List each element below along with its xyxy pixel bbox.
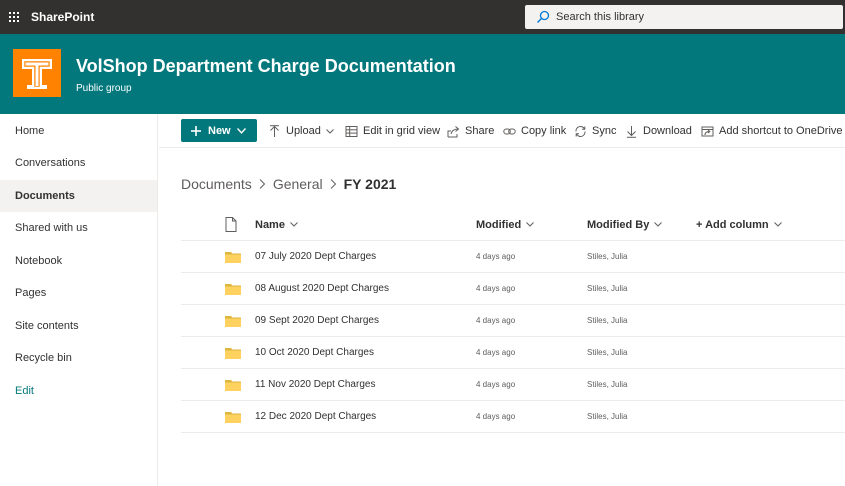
modified-cell: 4 days ago [476, 252, 516, 261]
folder-name-link[interactable]: 09 Sept 2020 Dept Charges [255, 305, 379, 336]
list-row[interactable]: 09 Sept 2020 Dept Charges 4 days ago Sti… [181, 305, 845, 337]
search-box[interactable]: Search this library [525, 5, 843, 29]
link-icon [503, 128, 516, 134]
column-modified-by-label: Modified By [587, 218, 650, 231]
breadcrumb-general[interactable]: General [273, 176, 323, 192]
folder-name-link[interactable]: 10 Oct 2020 Dept Charges [255, 337, 374, 368]
upload-icon [270, 124, 279, 137]
breadcrumb-current: FY 2021 [343, 176, 397, 192]
share-button[interactable]: Share [447, 114, 494, 148]
new-button[interactable]: New [181, 119, 257, 142]
folder-icon [225, 316, 241, 327]
list-row[interactable]: 07 July 2020 Dept Charges 4 days ago Sti… [181, 241, 845, 273]
list-row[interactable]: 08 August 2020 Dept Charges 4 days ago S… [181, 273, 845, 305]
add-column-button[interactable]: + Add column [696, 208, 782, 241]
grid-icon [345, 125, 358, 137]
folder-icon [225, 284, 241, 295]
chevron-down-icon [236, 127, 246, 134]
search-placeholder[interactable]: Search this library [556, 11, 644, 23]
column-name-label: Name [255, 218, 285, 231]
suite-brand[interactable]: SharePoint [31, 0, 94, 34]
nav-edit-link[interactable]: Edit [0, 375, 157, 407]
sync-label: Sync [592, 125, 617, 137]
nav-item-site-contents[interactable]: Site contents [0, 310, 157, 342]
site-logo[interactable] [13, 49, 61, 97]
site-subtitle: Public group [76, 83, 132, 94]
plus-icon [191, 125, 201, 136]
copy-link-button[interactable]: Copy link [503, 114, 566, 148]
app-launcher-icon [9, 12, 19, 22]
new-button-label: New [208, 124, 231, 137]
list-row[interactable]: 12 Dec 2020 Dept Charges 4 days ago Stil… [181, 401, 845, 433]
chevron-down-icon [654, 222, 663, 227]
modified-cell: 4 days ago [476, 348, 516, 357]
nav-item-notebook[interactable]: Notebook [0, 245, 157, 277]
copy-link-label: Copy link [521, 125, 567, 137]
download-button[interactable]: Download [625, 114, 692, 148]
chevron-down-icon [326, 128, 334, 134]
command-bar: New Upload Edit in grid view Share Copy … [159, 114, 845, 148]
power-t-logo-icon [22, 59, 52, 89]
add-shortcut-label: Add shortcut to OneDrive [719, 125, 843, 137]
share-icon [447, 125, 460, 137]
modified-cell: 4 days ago [476, 412, 516, 421]
column-modified-label: Modified [476, 218, 522, 231]
download-icon [627, 125, 636, 138]
shortcut-icon [701, 126, 714, 136]
nav-item-documents[interactable]: Documents [0, 180, 157, 212]
chevron-down-icon [773, 222, 782, 227]
sync-icon [575, 125, 586, 137]
sync-button[interactable]: Sync [574, 114, 616, 148]
folder-icon [225, 348, 241, 359]
add-shortcut-onedrive-button[interactable]: Add shortcut to OneDrive [701, 114, 843, 148]
chevron-right-icon [259, 179, 266, 189]
site-header: VolShop Department Charge Documentation … [0, 34, 845, 114]
modified-by-cell[interactable]: Stiles, Julia [587, 305, 627, 336]
modified-cell: 4 days ago [476, 316, 516, 325]
upload-button[interactable]: Upload [268, 114, 334, 148]
left-navigation: Home Conversations Documents Shared with… [0, 114, 158, 486]
folder-name-link[interactable]: 07 July 2020 Dept Charges [255, 241, 376, 272]
share-label: Share [465, 125, 495, 137]
nav-item-recycle-bin[interactable]: Recycle bin [0, 342, 157, 374]
column-header-name[interactable]: Name [255, 208, 298, 241]
folder-icon [225, 252, 241, 263]
breadcrumb: Documents General FY 2021 [181, 174, 396, 194]
modified-by-cell[interactable]: Stiles, Julia [587, 241, 627, 272]
search-icon [537, 10, 550, 23]
folder-name-link[interactable]: 11 Nov 2020 Dept Charges [255, 369, 375, 400]
modified-by-cell[interactable]: Stiles, Julia [587, 337, 627, 368]
nav-item-home[interactable]: Home [0, 115, 157, 147]
nav-item-conversations[interactable]: Conversations [0, 147, 157, 179]
modified-cell: 4 days ago [476, 380, 516, 389]
app-launcher-button[interactable] [0, 0, 28, 34]
file-type-icon[interactable] [225, 217, 237, 232]
folder-icon [225, 412, 241, 423]
list-row[interactable]: 11 Nov 2020 Dept Charges 4 days ago Stil… [181, 369, 845, 401]
modified-by-cell[interactable]: Stiles, Julia [587, 369, 627, 400]
site-title[interactable]: VolShop Department Charge Documentation [76, 56, 456, 77]
nav-item-shared-with-us[interactable]: Shared with us [0, 212, 157, 244]
chevron-down-icon [526, 222, 535, 227]
upload-label: Upload [286, 125, 321, 137]
edit-grid-view-label: Edit in grid view [363, 125, 441, 137]
column-header-modified-by[interactable]: Modified By [587, 208, 663, 241]
suite-bar: SharePoint Search this library [0, 0, 845, 34]
list-header: Name Modified Modified By + Add column [181, 208, 845, 241]
column-header-modified[interactable]: Modified [476, 208, 535, 241]
modified-by-cell[interactable]: Stiles, Julia [587, 273, 627, 304]
breadcrumb-documents[interactable]: Documents [181, 176, 252, 192]
chevron-down-icon [290, 222, 298, 227]
folder-icon [225, 380, 241, 391]
edit-grid-view-button[interactable]: Edit in grid view [345, 114, 440, 148]
add-column-label: + Add column [696, 218, 769, 231]
chevron-right-icon [330, 179, 336, 189]
list-row[interactable]: 10 Oct 2020 Dept Charges 4 days ago Stil… [181, 337, 845, 369]
modified-by-cell[interactable]: Stiles, Julia [587, 401, 627, 432]
modified-cell: 4 days ago [476, 284, 516, 293]
download-label: Download [643, 125, 692, 137]
folder-name-link[interactable]: 08 August 2020 Dept Charges [255, 273, 389, 304]
folder-name-link[interactable]: 12 Dec 2020 Dept Charges [255, 401, 376, 432]
nav-item-pages[interactable]: Pages [0, 277, 157, 309]
